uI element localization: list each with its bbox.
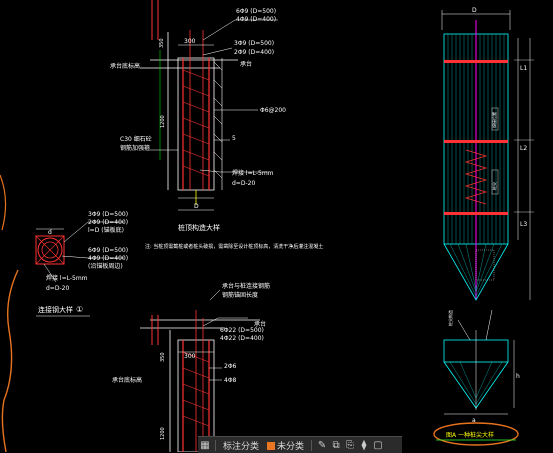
orange-annotation-stroke-left-2 (0, 174, 7, 231)
pile-top-rebar-3: 3Φ9 (D=500) (234, 40, 274, 47)
pile-top-title: 桩顶构造大样 (178, 223, 220, 232)
pile-bottom-detail (140, 289, 260, 452)
pile-top-label-top: 承台 (240, 60, 252, 68)
copy-icon[interactable]: ⧉ (329, 438, 343, 452)
pile-bottom-dim-300: 300 (184, 353, 196, 360)
section-rebar-4: 4Φ9 (D=400) (88, 255, 128, 262)
elev-label-L3: L3 (520, 221, 527, 228)
pile-top-label-spiral: Φ6@200 (260, 107, 286, 114)
pile-top-detail (140, 0, 278, 211)
category-color-swatch (267, 442, 276, 450)
category-dropdown-label: 未分类 (277, 441, 305, 452)
section-d-text: d=D-20 (46, 285, 69, 292)
section-rebar-5: (沿锚板周边) (88, 262, 123, 270)
pile-top-dim-350: 350 (159, 38, 165, 48)
section-label-d: d (48, 229, 52, 236)
highlight-caption: 图A 一种桩尖大样 (446, 431, 494, 439)
category-dropdown[interactable]: 未分类 (263, 439, 308, 452)
pile-bottom-rebar-1: 6Φ22 (D=500) (220, 327, 264, 334)
toolbar-separator (311, 439, 313, 451)
annotation-class-label[interactable]: 标注分类 (219, 439, 263, 452)
pile-top-rebar-1: 6Φ9 (D=500) (236, 8, 276, 15)
elev-label-tip-note: 桩尖构造 (447, 310, 453, 326)
elev-label-L1: L1 (520, 65, 527, 72)
section-l-text: l=D (锚板底) (88, 226, 124, 234)
elev-label-note2: 桩尖 (491, 182, 497, 190)
pile-top-rebar-2: 4Φ9 (D=400) (236, 16, 276, 23)
toolbar-separator (215, 439, 216, 451)
edit-icon[interactable]: ✎ (315, 438, 329, 452)
pile-bottom-label-link: 承台与桩连接钢筋 (222, 282, 270, 290)
section-rebar-1: 3Φ9 (D=500) (88, 211, 128, 218)
window-icon[interactable]: ▢ (371, 438, 385, 452)
pile-top-note: 注: 当桩顶需截桩或者桩头破损，需凿除至设计桩顶标高，清洗干净后灌注混凝土 (145, 243, 323, 250)
pile-bottom-rebar-2: 4Φ22 (D=400) (220, 335, 264, 342)
pile-top-label-ring: 钢筋加强箍 (120, 144, 150, 152)
paste-icon[interactable]: ⧫ (357, 438, 371, 452)
elev-label-note1: 焊接位置 (491, 112, 497, 128)
pile-bottom-label-anchor: 钢筋锚固长度 (222, 291, 258, 299)
elev-label-L2: L2 (520, 145, 527, 152)
pile-top-rebar-4: 2Φ9 (D=400) (234, 49, 274, 56)
pile-bottom-rebar-3: 2Φ6 (224, 363, 237, 370)
pile-top-label-5: 5 (232, 135, 236, 142)
pile-top-weld-text: 焊接 l=L-5mm (232, 169, 274, 177)
section-rebar-2: 2Φ9 (D=400) (88, 219, 128, 226)
pile-top-dim-D: D (194, 203, 199, 210)
pile-bottom-rebar-4: 4Φ8 (224, 377, 237, 384)
elev-label-D: D (472, 7, 477, 14)
pile-top-dim-300: 300 (184, 38, 196, 45)
cad-drawing-canvas[interactable]: 6Φ9 (D=500) 4Φ9 (D=400) 3Φ9 (D=500) 2Φ9 … (0, 0, 553, 452)
pile-top-dim-1200: 1200 (160, 115, 166, 128)
pile-top-label-grout: C30 细石砼 (120, 135, 152, 143)
section-num: ① (76, 305, 83, 314)
grid-icon[interactable]: ▦ (198, 438, 212, 452)
pile-bottom-label-cap: 承台底标高 (112, 376, 142, 384)
orange-annotation-stroke-left (1, 269, 19, 452)
clipboard-icon[interactable]: ⎘ (343, 438, 357, 452)
section-title: 连接钢大样 (38, 305, 73, 314)
pile-top-label-cap: 承台底标高 (110, 62, 140, 70)
section-rebar-3: 6Φ9 (D=500) (88, 247, 128, 254)
pile-bottom-label-top: 承台 (254, 320, 266, 328)
section-weld-text: 焊接 l=L-5mm (46, 274, 88, 282)
pile-bottom-dim-1200: 1200 (160, 427, 166, 440)
elev-label-h: h (516, 373, 520, 380)
annotation-toolbar: ▦ 标注分类 未分类 ✎ ⧉ ⎘ ⧫ ▢ (198, 436, 402, 453)
pile-top-d-text: d=D-20 (232, 180, 255, 187)
pile-bottom-dim-350: 350 (160, 352, 166, 362)
